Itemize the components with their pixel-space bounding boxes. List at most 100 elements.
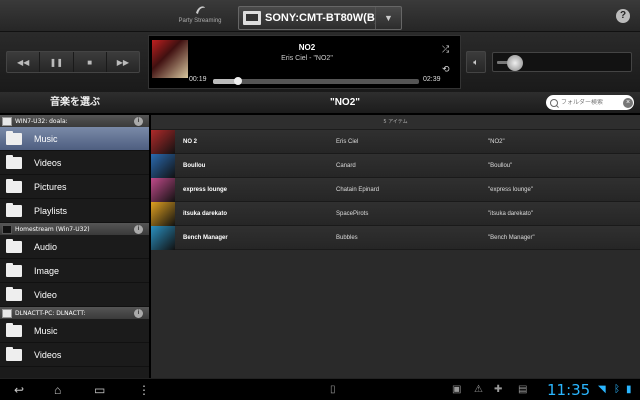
album-art xyxy=(152,40,188,78)
table-row[interactable]: Boullou Canard "Boullou" xyxy=(151,153,640,178)
folder-icon xyxy=(6,286,22,301)
volume-slider[interactable] xyxy=(492,52,632,72)
back-icon[interactable]: ↩ xyxy=(14,383,24,397)
sidebar-item-label: Audio xyxy=(34,241,58,252)
volume-slider-handle[interactable] xyxy=(506,55,523,71)
folder-icon xyxy=(6,238,22,253)
album-art xyxy=(151,129,175,154)
table-row[interactable]: NO 2 Eris Ciel "NO2" xyxy=(151,129,640,154)
track-artist: Eris Ciel xyxy=(336,138,359,145)
home-icon[interactable]: ⌂ xyxy=(54,383,61,397)
server-label: DLNACTT-PC: DLNACTT: xyxy=(15,309,86,317)
track-artist: Chatain Epinard xyxy=(336,186,380,193)
server-label: WIN7-U32: doala: xyxy=(15,117,68,125)
next-button[interactable]: ▶▶ xyxy=(107,52,139,72)
pause-button[interactable]: ❚❚ xyxy=(40,52,74,72)
sidebar-item-video[interactable]: Video xyxy=(0,283,149,307)
folder-icon xyxy=(6,346,22,361)
table-row[interactable]: itsuka darekato SpacePirots "itsuka dare… xyxy=(151,201,640,226)
recent-apps-icon[interactable]: ▭ xyxy=(94,383,105,397)
stop-icon: ■ xyxy=(87,57,93,67)
wifi-icon: ◥ xyxy=(598,384,606,395)
repeat-icon[interactable]: ⟲ xyxy=(442,64,450,75)
app-notification-icon[interactable]: ▯ xyxy=(330,384,336,395)
gallery-icon: ▣ xyxy=(452,384,462,395)
search-input[interactable] xyxy=(561,99,623,106)
sidebar-item-image[interactable]: Image xyxy=(0,259,149,283)
folder-icon xyxy=(6,262,22,277)
server-label: Homestream (Win7-U32) xyxy=(15,225,90,233)
now-playing-title: NO2 xyxy=(298,43,316,52)
header-row: 音楽を選ぶ "NO2" × xyxy=(0,92,640,114)
track-title: NO 2 xyxy=(183,138,198,145)
sidebar-item-label: Music xyxy=(34,133,58,144)
server-group-header[interactable]: DLNACTT-PC: DLNACTT: i xyxy=(0,307,149,319)
info-icon[interactable]: i xyxy=(134,309,143,318)
track-album: "express lounge" xyxy=(488,186,533,193)
volume-icon[interactable]: 🔈︎ xyxy=(466,51,486,73)
seek-bar-handle[interactable] xyxy=(233,77,242,85)
folder-icon xyxy=(6,202,22,217)
sidebar-item-audio[interactable]: Audio xyxy=(0,235,149,259)
album-art xyxy=(151,153,175,178)
player-strip: ◀◀ ❚❚ ■ ▶▶ NO2 Eris Ciel - "NO2" 00:19 0… xyxy=(0,32,640,92)
track-title: Boullou xyxy=(183,162,206,169)
track-album: "itsuka darekato" xyxy=(488,210,533,217)
party-streaming-label: Party Streaming xyxy=(178,18,222,24)
clear-icon[interactable]: × xyxy=(623,97,633,108)
clock: 11:35 xyxy=(547,381,591,399)
shuffle-icon[interactable]: ⤮ xyxy=(442,44,449,55)
battery-icon: ▮ xyxy=(626,384,632,395)
sidebar-item-label: Image xyxy=(34,265,60,276)
warning-icon: ⚠ xyxy=(474,384,483,395)
server-icon xyxy=(2,308,12,318)
next-icon: ▶▶ xyxy=(116,57,130,67)
party-streaming-button[interactable]: Party Streaming xyxy=(168,3,232,31)
menu-icon[interactable]: ⋮ xyxy=(138,383,150,397)
server-icon xyxy=(2,116,12,126)
stop-button[interactable]: ■ xyxy=(74,52,107,72)
track-list: 5 アイテム NO 2 Eris Ciel "NO2" Boullou Cana… xyxy=(151,115,640,378)
table-row[interactable]: express lounge Chatain Epinard "express … xyxy=(151,177,640,202)
server-group-header[interactable]: Homestream (Win7-U32) i xyxy=(0,223,149,235)
pause-icon: ❚❚ xyxy=(49,57,64,67)
system-bar: ↩ ⌂ ▭ ⋮ ▯ ▣ ⚠ ✚ ▤ 11:35 ◥ ᛒ ▮ xyxy=(0,378,640,400)
sidebar-item-music[interactable]: Music xyxy=(0,319,149,343)
table-row[interactable]: Bench Manager Bubbles "Bench Manager" xyxy=(151,225,640,250)
total-time: 02:39 xyxy=(423,76,441,83)
track-artist: Canard xyxy=(336,162,356,169)
server-icon xyxy=(2,224,12,234)
track-artist: Bubbles xyxy=(336,234,358,241)
gamepad-icon: ✚ xyxy=(494,384,503,395)
device-name: SONY:CMT-BT80W(B) 0 xyxy=(265,12,375,24)
party-streaming-icon xyxy=(196,6,205,14)
folder-icon xyxy=(6,154,22,169)
previous-button[interactable]: ◀◀ xyxy=(7,52,41,72)
track-artist: SpacePirots xyxy=(336,210,369,217)
sidebar-item-label: Playlists xyxy=(34,205,68,216)
sidebar-item-music[interactable]: Music xyxy=(0,127,149,151)
info-icon[interactable]: i xyxy=(134,117,143,126)
info-icon[interactable]: i xyxy=(134,225,143,234)
track-album: "NO2" xyxy=(488,138,505,145)
top-bar: Party Streaming SONY:CMT-BT80W(B) 0 ▼ ? xyxy=(0,0,640,32)
track-album: "Boullou" xyxy=(488,162,513,169)
sidebar-item-videos[interactable]: Videos xyxy=(0,151,149,175)
item-count: 5 アイテム xyxy=(151,115,640,130)
seek-bar[interactable] xyxy=(213,77,419,85)
sidebar-title: 音楽を選ぶ xyxy=(50,97,100,108)
help-button[interactable]: ? xyxy=(616,9,630,23)
track-album: "Bench Manager" xyxy=(488,234,535,241)
elapsed-time: 00:19 xyxy=(189,76,207,83)
now-playing-artist: Eris Ciel - "NO2" xyxy=(281,55,333,62)
sidebar-item-videos[interactable]: Videos xyxy=(0,343,149,367)
sidebar-item-pictures[interactable]: Pictures xyxy=(0,175,149,199)
folder-search: × xyxy=(546,95,634,110)
folder-icon xyxy=(6,130,22,145)
track-title: Bench Manager xyxy=(183,234,228,241)
device-selector[interactable]: SONY:CMT-BT80W(B) 0 ▼ xyxy=(238,6,402,30)
sidebar-item-label: Pictures xyxy=(34,181,67,192)
sidebar-item-playlists[interactable]: Playlists xyxy=(0,199,149,223)
server-group-header[interactable]: WIN7-U32: doala: i xyxy=(0,115,149,127)
chevron-down-icon[interactable]: ▼ xyxy=(375,7,401,29)
